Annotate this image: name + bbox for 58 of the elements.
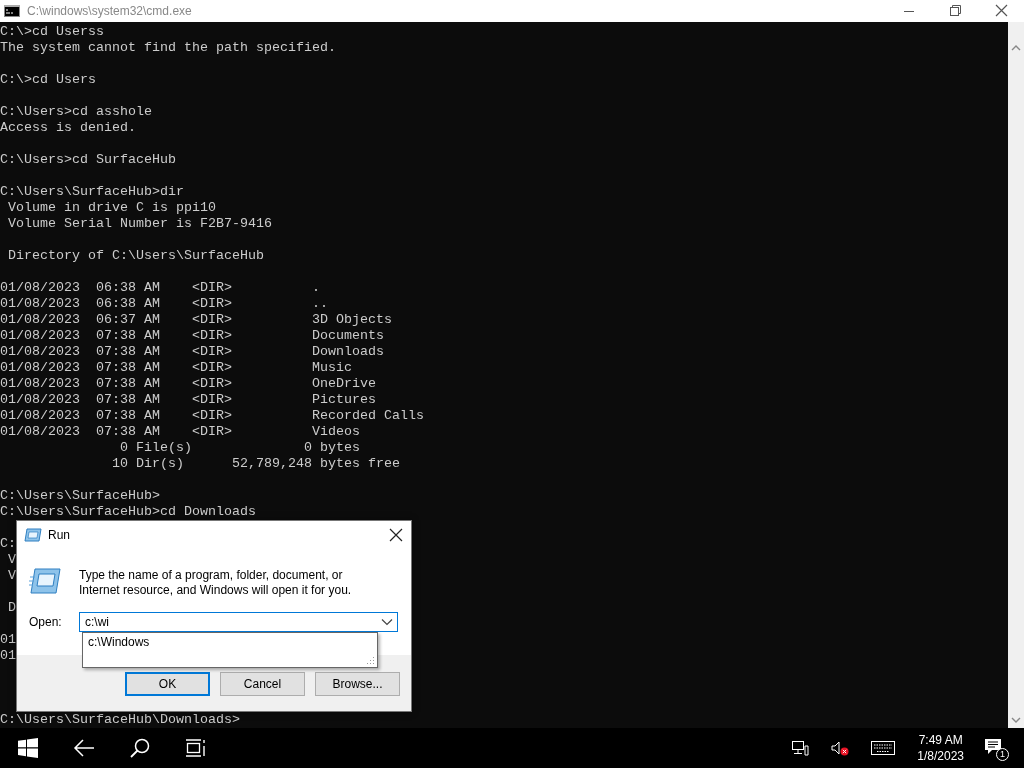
start-button[interactable] (18, 738, 38, 758)
console-prompt: C:\Users\SurfaceHub\Downloads> (0, 712, 240, 728)
notification-badge: 1 (996, 748, 1009, 761)
console-line: Access is denied. (0, 120, 136, 136)
suggestion-item[interactable]: c:\Windows (83, 633, 377, 651)
dialog-title: Run (48, 527, 71, 542)
volume-muted-icon[interactable] (831, 740, 850, 756)
console-line: V (7, 568, 16, 584)
console-line: 0 File(s) 0 bytes (118, 440, 360, 456)
console-line: 01/08/2023 07:38 AM <DIR> Pictures (0, 392, 376, 408)
console-line: C:\Users>cd SurfaceHub (0, 152, 176, 168)
console-line: C:\>cd Userss (0, 24, 104, 40)
run-icon (24, 527, 42, 542)
search-button[interactable] (130, 738, 150, 758)
console-line: C:\Users\SurfaceHub>cd Downloads (0, 504, 256, 520)
console-line: The system cannot find the path specified. (0, 40, 336, 56)
scrollbar[interactable] (1008, 22, 1024, 728)
console-line: C:\Users>cd asshole (0, 104, 152, 120)
console-line: 01/08/2023 07:38 AM <DIR> OneDrive (0, 376, 376, 392)
terminal-icon (4, 5, 20, 17)
clock-time[interactable]: 7:49 AM (918, 732, 963, 748)
close-button[interactable] (388, 526, 404, 543)
console-line: Directory of C:\Users\SurfaceHub (7, 248, 264, 264)
run-icon (29, 568, 61, 594)
console-line: 01 (0, 648, 16, 664)
console-line: D (7, 600, 16, 616)
open-label: Open: (29, 615, 63, 629)
keyboard-icon[interactable] (871, 741, 896, 755)
console-line: C: (0, 536, 16, 552)
console-line: 01/08/2023 07:38 AM <DIR> Music (0, 360, 352, 376)
console-line: 01/08/2023 07:38 AM <DIR> Downloads (0, 344, 384, 360)
open-field[interactable]: c:\wi (79, 612, 398, 632)
task-view-button[interactable] (185, 738, 207, 758)
back-button[interactable] (73, 738, 95, 758)
console-line: 01/08/2023 06:38 AM <DIR> .. (0, 296, 328, 312)
dialog-button[interactable]: OK (125, 672, 210, 696)
caret-icon[interactable] (381, 618, 393, 626)
resize-grip-icon[interactable] (366, 656, 375, 665)
console-line: 01 (0, 632, 16, 648)
console-line: 01/08/2023 06:37 AM <DIR> 3D Objects (0, 312, 392, 328)
console-line: V (7, 552, 16, 568)
clock-date[interactable]: 1/8/2023 (917, 748, 964, 764)
console-line: 01/08/2023 07:38 AM <DIR> Documents (0, 328, 384, 344)
console-line: 01/08/2023 07:38 AM <DIR> Recorded Calls (0, 408, 424, 424)
console-line: C:\>cd Users (0, 72, 96, 88)
console-line: C:\Users\SurfaceHub> (0, 488, 160, 504)
dialog-description: Type the name of a program, folder, document, or Internet resource, and Windows will open it for you. (79, 568, 353, 598)
console-line: C:\Users\SurfaceHub>dir (0, 184, 184, 200)
notification-icon[interactable] (984, 738, 1002, 756)
console-line: Volume in drive C is ppi10 (7, 200, 216, 216)
dialog-button[interactable]: Browse... (315, 672, 400, 696)
network-icon[interactable] (791, 740, 810, 756)
window-title: C:\windows\system32\cmd.exe (27, 4, 193, 18)
console-line: Volume Serial Number is F2B7-9416 (7, 216, 272, 232)
console-line: 01/08/2023 07:38 AM <DIR> Videos (0, 424, 360, 440)
console-line: 10 Dir(s) 52,789,248 bytes free (110, 456, 400, 472)
console-line: 01/08/2023 06:38 AM <DIR> . (0, 280, 320, 296)
dialog-button[interactable]: Cancel (220, 672, 305, 696)
